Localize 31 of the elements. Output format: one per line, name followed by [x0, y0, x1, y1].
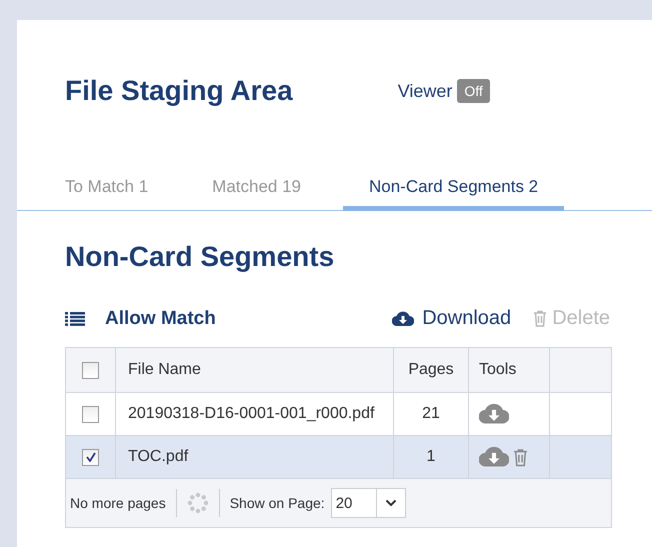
list-icon — [65, 312, 85, 326]
column-header: File Name — [116, 348, 394, 392]
page-size-select[interactable]: 20 — [330, 488, 406, 518]
pages-cell: 1 — [394, 436, 469, 478]
tab[interactable]: Non-Card Segments 2 — [343, 175, 564, 211]
column-header: Pages — [394, 348, 469, 392]
trash-icon — [533, 310, 548, 327]
pages-cell: 21 — [394, 393, 469, 435]
section-title: Non-Card Segments — [65, 241, 336, 273]
page-title: File Staging Area — [65, 75, 293, 107]
show-on-page-label: Show on Page: — [230, 495, 325, 511]
cloud-download-icon — [392, 310, 414, 326]
table-row[interactable]: TOC.pdf 1 — [66, 436, 611, 479]
trash-icon[interactable] — [513, 448, 528, 466]
loading-spinner-icon — [186, 492, 209, 514]
cloud-download-icon[interactable] — [479, 446, 509, 468]
viewer-label: Viewer — [398, 80, 452, 102]
checkmark-icon — [86, 452, 96, 462]
allow-match-button[interactable]: Allow Match — [65, 308, 216, 330]
file-name-cell: 20190318-D16-0001-001_r000.pdf — [116, 393, 394, 435]
table-row[interactable]: 20190318-D16-0001-001_r000.pdf 21 — [66, 393, 611, 436]
caret-icon — [384, 499, 397, 507]
column-header: Tools — [469, 348, 550, 392]
viewer-toggle[interactable]: Off — [457, 79, 490, 103]
file-name-cell: TOC.pdf — [116, 436, 394, 478]
select-all-checkbox[interactable] — [82, 362, 99, 378]
paging-status: No more pages — [70, 495, 166, 511]
row-checkbox[interactable] — [82, 448, 99, 466]
cloud-download-icon[interactable] — [479, 403, 509, 425]
download-button[interactable]: Download — [392, 307, 512, 330]
row-checkbox[interactable] — [82, 406, 99, 422]
